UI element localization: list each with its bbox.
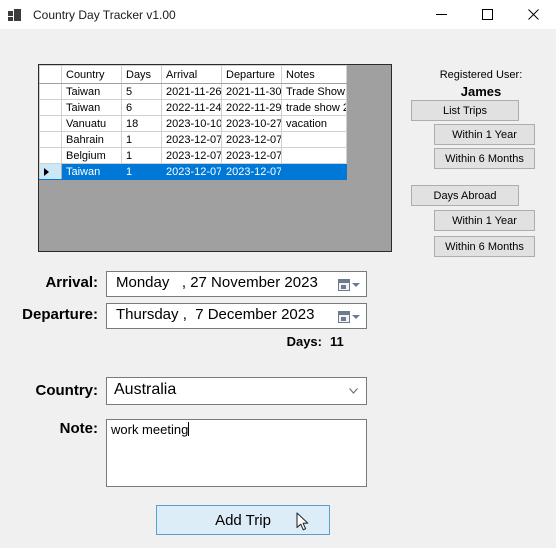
app-icon <box>8 7 24 23</box>
table-row[interactable]: Vanuatu 18 2023-10-10 2023-10-27 vacatio… <box>39 115 347 132</box>
cell-departure[interactable]: 2022-11-29 <box>221 99 282 116</box>
cell-country[interactable]: Taiwan <box>61 99 122 116</box>
cell-departure[interactable]: 2023-10-27 <box>221 115 282 132</box>
row-selector-cell[interactable] <box>39 115 62 132</box>
cell-departure[interactable]: 2023-12-07 <box>221 163 282 180</box>
note-label: Note: <box>59 420 98 437</box>
trips-within-6-months-button[interactable]: Within 6 Months <box>434 148 535 169</box>
cell-notes[interactable]: Trade Show 21 <box>281 83 347 100</box>
table-header-row: Country Days Arrival Departure Notes <box>39 65 347 84</box>
list-trips-button[interactable]: List Trips <box>411 100 519 121</box>
cell-departure[interactable]: 2021-11-30 <box>221 83 282 100</box>
cell-country[interactable]: Belgium <box>61 147 122 164</box>
current-row-arrow-icon <box>44 167 49 176</box>
text-caret <box>188 422 190 436</box>
chevron-down-icon <box>352 282 360 287</box>
cell-arrival[interactable]: 2022-11-24 <box>161 99 222 116</box>
window-title: Country Day Tracker v1.00 <box>33 7 176 22</box>
departure-date-picker[interactable]: Thursday , 7 December 2023 <box>106 303 367 329</box>
cell-days[interactable]: 6 <box>121 99 162 116</box>
departure-label: Departure: <box>22 306 98 323</box>
row-selector-cell[interactable] <box>39 83 62 100</box>
days-count-value: 11 <box>330 334 344 349</box>
trips-table: Country Days Arrival Departure Notes Tai… <box>39 65 347 180</box>
cell-days[interactable]: 5 <box>121 83 162 100</box>
cell-country[interactable]: Taiwan <box>61 83 122 100</box>
departure-calendar-dropdown-button[interactable] <box>335 308 363 325</box>
table-row[interactable]: Taiwan 5 2021-11-26 2021-11-30 Trade Sho… <box>39 83 347 100</box>
table-row-selected[interactable]: Taiwan 1 2023-12-07 2023-12-07 <box>39 163 347 180</box>
row-selector-cell[interactable] <box>39 147 62 164</box>
cell-days[interactable]: 1 <box>121 147 162 164</box>
minimize-button[interactable] <box>418 0 464 29</box>
title-bar: Country Day Tracker v1.00 <box>0 0 556 30</box>
cell-country[interactable]: Vanuatu <box>61 115 122 132</box>
window-controls <box>418 0 556 29</box>
days-count-label: Days: <box>286 334 322 349</box>
trips-within-1-year-button[interactable]: Within 1 Year <box>434 124 535 145</box>
registered-user-label: Registered User: <box>439 69 523 81</box>
departure-date-value: Thursday , 7 December 2023 <box>116 306 315 323</box>
cell-notes[interactable]: vacation <box>281 115 347 132</box>
cell-country[interactable]: Bahrain <box>61 131 122 148</box>
arrival-date-value: Monday , 27 November 2023 <box>116 274 318 291</box>
grid-corner-header[interactable] <box>39 65 62 84</box>
note-value: work meeting <box>111 422 189 437</box>
cell-notes[interactable] <box>281 163 347 180</box>
cell-departure[interactable]: 2023-12-07 <box>221 147 282 164</box>
table-row[interactable]: Taiwan 6 2022-11-24 2022-11-29 trade sho… <box>39 99 347 116</box>
arrival-date-picker[interactable]: Monday , 27 November 2023 <box>106 271 367 297</box>
close-button[interactable] <box>510 0 556 29</box>
arrival-calendar-dropdown-button[interactable] <box>335 276 363 293</box>
add-trip-button[interactable]: Add Trip <box>156 505 330 535</box>
cell-country[interactable]: Taiwan <box>61 163 122 180</box>
calendar-icon <box>338 310 350 323</box>
note-textarea[interactable]: work meeting <box>106 419 367 487</box>
cell-arrival[interactable]: 2023-12-07 <box>161 131 222 148</box>
cell-notes[interactable] <box>281 147 347 164</box>
country-label: Country: <box>35 382 99 399</box>
days-abroad-button[interactable]: Days Abroad <box>411 185 519 206</box>
form-client-area: Country Days Arrival Departure Notes Tai… <box>0 29 556 548</box>
column-header-notes[interactable]: Notes <box>281 65 347 84</box>
cell-notes[interactable]: trade show 22 <box>281 99 347 116</box>
row-selector-cell[interactable] <box>39 163 62 180</box>
country-selected-value: Australia <box>114 381 177 398</box>
cell-days[interactable]: 1 <box>121 131 162 148</box>
cell-arrival[interactable]: 2023-10-10 <box>161 115 222 132</box>
registered-user-name: James <box>460 84 502 99</box>
row-selector-cell[interactable] <box>39 99 62 116</box>
cell-days[interactable]: 18 <box>121 115 162 132</box>
cell-arrival[interactable]: 2023-12-07 <box>161 163 222 180</box>
chevron-down-icon <box>349 388 358 394</box>
chevron-down-icon <box>352 314 360 319</box>
maximize-button[interactable] <box>464 0 510 29</box>
column-header-country[interactable]: Country <box>61 65 122 84</box>
cell-notes[interactable] <box>281 131 347 148</box>
arrival-label: Arrival: <box>45 274 98 291</box>
cell-departure[interactable]: 2023-12-07 <box>221 131 282 148</box>
days-within-1-year-button[interactable]: Within 1 Year <box>434 210 535 231</box>
table-row[interactable]: Belgium 1 2023-12-07 2023-12-07 <box>39 147 347 164</box>
column-header-days[interactable]: Days <box>121 65 162 84</box>
table-row[interactable]: Bahrain 1 2023-12-07 2023-12-07 <box>39 131 347 148</box>
column-header-arrival[interactable]: Arrival <box>161 65 222 84</box>
calendar-icon <box>338 278 350 291</box>
column-header-departure[interactable]: Departure <box>221 65 282 84</box>
cell-arrival[interactable]: 2021-11-26 <box>161 83 222 100</box>
row-selector-cell[interactable] <box>39 131 62 148</box>
cell-arrival[interactable]: 2023-12-07 <box>161 147 222 164</box>
trips-datagrid[interactable]: Country Days Arrival Departure Notes Tai… <box>38 64 392 252</box>
cell-days[interactable]: 1 <box>121 163 162 180</box>
country-select[interactable]: Australia <box>106 377 367 405</box>
days-within-6-months-button[interactable]: Within 6 Months <box>434 236 535 257</box>
